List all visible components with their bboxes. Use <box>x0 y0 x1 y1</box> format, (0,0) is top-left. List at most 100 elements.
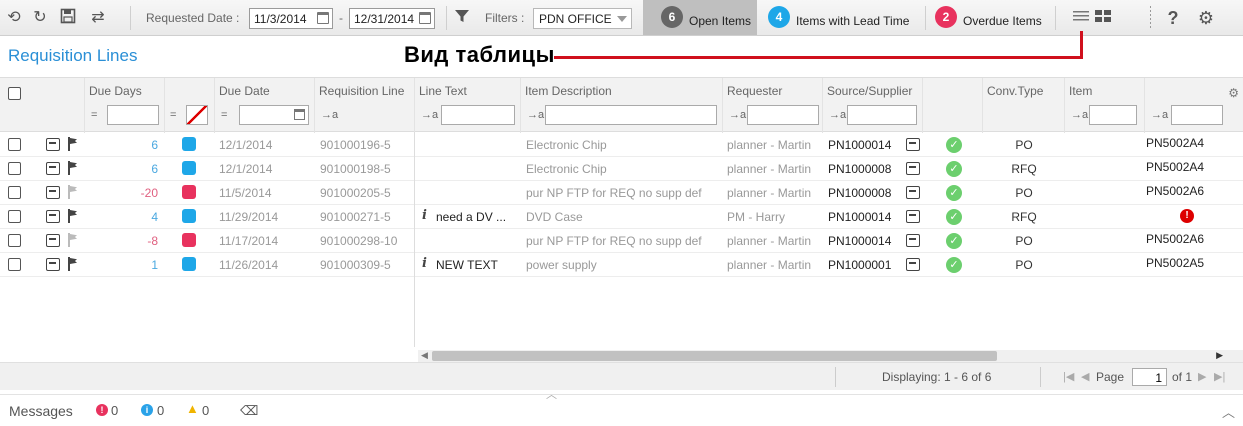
table-row[interactable]: 1 11/26/2014 901000309-5 i NEW TEXT power sup… <box>0 253 1243 277</box>
column-due-days[interactable]: Due Days = <box>84 78 164 133</box>
filter-operator[interactable]: →a <box>421 109 438 121</box>
requester-filter-input[interactable] <box>747 105 819 125</box>
due-days-filter-input[interactable] <box>107 105 159 125</box>
warning-icon[interactable]: ▲ <box>186 401 199 416</box>
swap-icon[interactable]: ⇄ <box>88 8 108 28</box>
item-cell[interactable]: PN5002A5 <box>1146 256 1204 270</box>
supplier-cell[interactable]: PN1000008 <box>828 162 891 176</box>
settings-gear-icon[interactable]: ⚙ <box>1196 8 1216 28</box>
supplier-cell[interactable]: PN1000014 <box>828 234 891 248</box>
lead-time-tab[interactable]: 4 Items with Lead Time <box>760 0 924 35</box>
color-filter-input[interactable] <box>186 105 208 125</box>
date-to-field[interactable]: 12/31/2014 <box>349 8 435 29</box>
select-all-checkbox[interactable] <box>8 87 21 100</box>
messages-label[interactable]: Messages <box>9 403 73 419</box>
chevron-up-icon[interactable]: ︿ <box>1222 402 1235 421</box>
open-record-icon[interactable] <box>46 138 60 151</box>
column-line-text[interactable]: Line Text →a <box>414 78 520 133</box>
page-number-input[interactable] <box>1132 368 1167 386</box>
next-page-icon[interactable]: ▶ <box>1198 370 1206 383</box>
table-row[interactable]: 4 11/29/2014 901000271-5 i need a DV ... DVD … <box>0 205 1243 229</box>
column-source-supplier[interactable]: Source/Supplier →a <box>822 78 922 133</box>
scrollbar-thumb[interactable] <box>432 351 997 361</box>
error-icon[interactable]: ! <box>96 404 108 416</box>
open-supplier-icon[interactable] <box>906 234 920 247</box>
column-requisition-line[interactable]: Requisition Line →a <box>314 78 414 133</box>
open-record-icon[interactable] <box>46 210 60 223</box>
item-cell[interactable]: PN5002A6 <box>1146 232 1204 246</box>
expand-handle-icon[interactable]: ︿ <box>546 386 557 402</box>
supplier-cell[interactable]: PN1000014 <box>828 138 891 152</box>
calendar-icon[interactable] <box>294 109 305 120</box>
save-icon[interactable] <box>58 8 78 28</box>
column-requester[interactable]: Requester →a <box>722 78 822 133</box>
filter-operator[interactable]: = <box>91 109 97 121</box>
scroll-right-icon[interactable]: ▶ <box>1216 350 1223 361</box>
filter-operator[interactable]: →a <box>1071 109 1088 121</box>
flag-icon[interactable] <box>68 185 78 199</box>
flag-icon[interactable] <box>68 257 78 271</box>
info-icon[interactable]: i <box>141 404 153 416</box>
open-record-icon[interactable] <box>46 186 60 199</box>
item-cell[interactable]: PN5002A4 <box>1146 160 1204 174</box>
undo-icon[interactable]: ⟲ <box>4 8 24 28</box>
row-checkbox[interactable] <box>8 258 21 271</box>
open-supplier-icon[interactable] <box>906 162 920 175</box>
filter-operator[interactable]: →a <box>729 109 746 121</box>
column-item[interactable]: Item →a <box>1064 78 1144 133</box>
filter-select[interactable]: PDN OFFICE <box>533 8 632 29</box>
item-filter-input[interactable] <box>1089 105 1137 125</box>
flag-icon[interactable] <box>68 209 78 223</box>
info-icon[interactable]: i <box>422 208 427 223</box>
row-checkbox[interactable] <box>8 186 21 199</box>
filter-operator[interactable]: = <box>170 109 176 121</box>
prev-page-icon[interactable]: ◀ <box>1081 370 1089 383</box>
line-text-filter-input[interactable] <box>441 105 515 125</box>
table-row[interactable]: 6 12/1/2014 901000198-5 Electronic Chip plan… <box>0 157 1243 181</box>
open-supplier-icon[interactable] <box>906 258 920 271</box>
flag-icon[interactable] <box>68 137 78 151</box>
help-icon[interactable]: ? <box>1163 8 1183 28</box>
flag-icon[interactable] <box>68 161 78 175</box>
column-settings-gear-icon[interactable]: ⚙ <box>1228 86 1239 100</box>
due-date-filter-input[interactable] <box>239 105 309 125</box>
filter-operator[interactable]: = <box>221 109 227 121</box>
row-checkbox[interactable] <box>8 234 21 247</box>
filter-operator[interactable]: →a <box>1151 109 1168 121</box>
info-icon[interactable]: i <box>422 256 427 271</box>
overdue-tab[interactable]: 2 Overdue Items <box>928 0 1054 35</box>
table-row[interactable]: -20 11/5/2014 901000205-5 pur NP FTP for RE… <box>0 181 1243 205</box>
open-supplier-icon[interactable] <box>906 138 920 151</box>
filter-operator[interactable]: →a <box>829 109 846 121</box>
alert-icon[interactable]: ! <box>1180 209 1194 223</box>
list-view-icon[interactable] <box>1071 9 1091 29</box>
refresh-icon[interactable]: ↻ <box>30 8 50 28</box>
item-cell[interactable]: PN5002A4 <box>1146 136 1204 150</box>
table-row[interactable]: -8 11/17/2014 901000298-10 pur NP FTP for R… <box>0 229 1243 253</box>
horizontal-scrollbar[interactable]: ◀ ▶ <box>418 350 1243 362</box>
open-record-icon[interactable] <box>46 162 60 175</box>
open-record-icon[interactable] <box>46 258 60 271</box>
card-view-icon[interactable] <box>1093 9 1113 29</box>
filter-icon[interactable] <box>452 8 472 28</box>
table-row[interactable]: 6 12/1/2014 901000196-5 Electronic Chip plan… <box>0 133 1243 157</box>
row-checkbox[interactable] <box>8 210 21 223</box>
filter-operator[interactable]: →a <box>527 109 544 121</box>
row-checkbox[interactable] <box>8 138 21 151</box>
date-from-field[interactable]: 11/3/2014 <box>249 8 333 29</box>
column-due-date[interactable]: Due Date = <box>214 78 314 133</box>
calendar-icon[interactable] <box>317 12 329 24</box>
item-extra-filter-input[interactable] <box>1171 105 1223 125</box>
item-cell[interactable]: PN5002A6 <box>1146 184 1204 198</box>
open-supplier-icon[interactable] <box>906 186 920 199</box>
first-page-icon[interactable]: |◀ <box>1063 370 1074 383</box>
column-item-description[interactable]: Item Description →a <box>520 78 722 133</box>
scroll-left-icon[interactable]: ◀ <box>421 350 428 361</box>
source-supplier-filter-input[interactable] <box>847 105 917 125</box>
filter-operator[interactable]: →a <box>321 109 338 121</box>
calendar-icon[interactable] <box>419 12 431 24</box>
supplier-cell[interactable]: PN1000001 <box>828 258 891 272</box>
supplier-cell[interactable]: PN1000008 <box>828 186 891 200</box>
last-page-icon[interactable]: ▶| <box>1214 370 1225 383</box>
column-conv-type[interactable]: Conv.Type <box>982 78 1064 133</box>
